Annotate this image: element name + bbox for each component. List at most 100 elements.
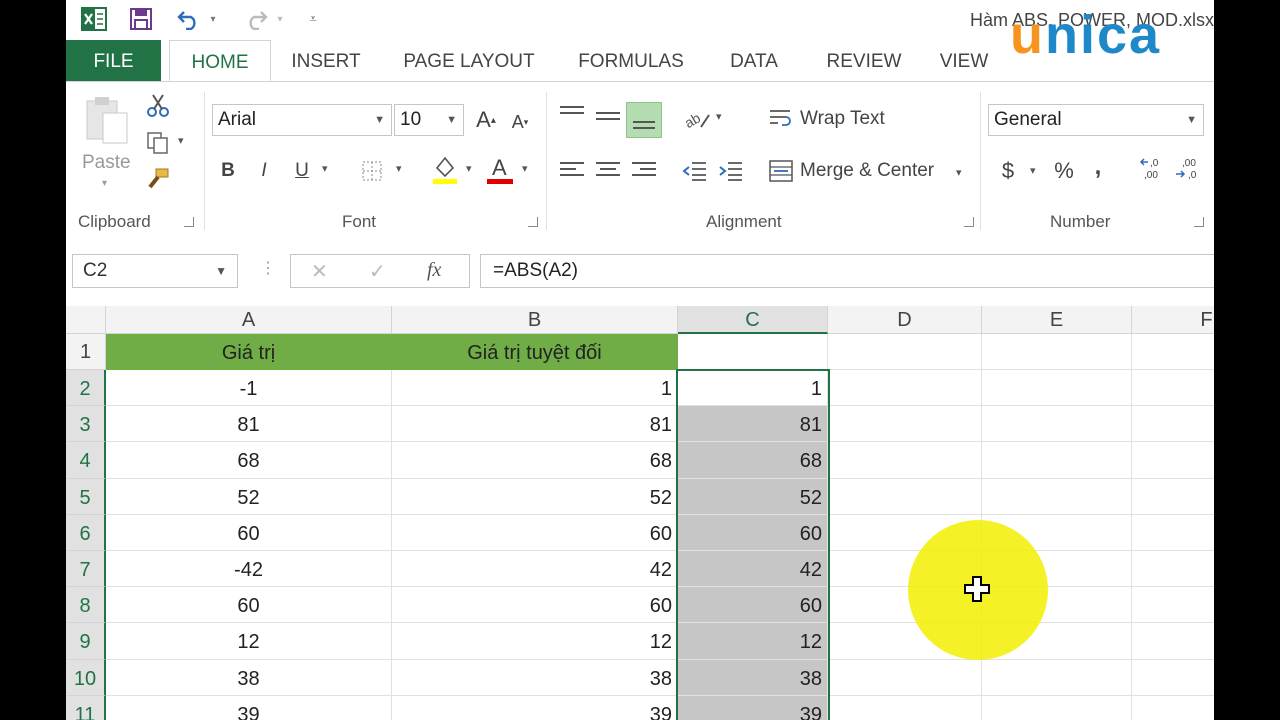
row-header[interactable]: 6 [66, 514, 106, 551]
font-name-combo[interactable]: Arial ▼ [212, 104, 392, 136]
cell-a[interactable]: 12 [106, 623, 392, 660]
font-color-dropdown-icon[interactable]: ▾ [522, 162, 528, 175]
cell-empty[interactable] [1132, 660, 1214, 696]
cut-icon[interactable] [144, 92, 172, 118]
cell-empty[interactable] [1132, 406, 1214, 443]
italic-button[interactable]: I [250, 156, 278, 186]
tab-review[interactable]: REVIEW [814, 40, 914, 82]
cell-b1[interactable]: Giá trị tuyệt đối [392, 334, 678, 370]
orientation-dropdown-icon[interactable]: ▾ [716, 110, 722, 123]
currency-button[interactable]: $ [996, 156, 1020, 186]
copy-icon[interactable] [144, 130, 172, 156]
middle-align-icon[interactable] [596, 112, 620, 124]
worksheet-grid[interactable]: A B C D E F 1 Giá trị Giá trị tuyệt đối … [66, 306, 1214, 720]
cell-c1[interactable] [678, 334, 828, 370]
cell-c[interactable]: 68 [678, 442, 828, 479]
comma-button[interactable]: , [1086, 152, 1110, 182]
clipboard-launcher-icon[interactable] [184, 217, 194, 227]
cell-empty[interactable] [828, 478, 982, 515]
cell-a[interactable]: 52 [106, 478, 392, 515]
cell-empty[interactable] [828, 370, 982, 407]
row-header[interactable]: 1 [66, 334, 106, 370]
paste-dropdown-icon[interactable]: ▾ [102, 178, 107, 189]
tab-page-layout[interactable]: PAGE LAYOUT [394, 40, 544, 82]
cell-empty[interactable] [1132, 696, 1214, 720]
cell-c[interactable]: 12 [678, 623, 828, 660]
cell-c[interactable]: 60 [678, 587, 828, 624]
row-header[interactable]: 7 [66, 551, 106, 588]
borders-icon[interactable] [358, 156, 386, 186]
font-size-combo[interactable]: 10 ▼ [394, 104, 464, 136]
row-header[interactable]: 11 [66, 695, 106, 720]
formula-input[interactable]: =ABS(A2) [480, 254, 1214, 288]
cell-empty[interactable] [828, 695, 982, 720]
cell-a[interactable]: 39 [106, 695, 392, 720]
cell-b[interactable]: 1 [392, 370, 678, 407]
bold-button[interactable]: B [214, 156, 242, 186]
underline-dropdown-icon[interactable]: ▾ [322, 162, 328, 175]
cell-empty[interactable] [982, 334, 1132, 370]
cell-empty[interactable] [982, 442, 1132, 479]
cell-a[interactable]: 38 [106, 659, 392, 696]
cell-empty[interactable] [1132, 334, 1214, 370]
cancel-icon[interactable]: ✕ [311, 259, 328, 284]
fill-color-icon[interactable] [430, 152, 460, 186]
cell-b[interactable]: 38 [392, 659, 678, 696]
cell-empty[interactable] [1132, 551, 1214, 588]
decrease-decimal-icon[interactable]: ,00,0 [1172, 154, 1206, 184]
number-format-combo[interactable]: General ▼ [988, 104, 1204, 136]
merge-center-icon[interactable] [766, 156, 796, 186]
increase-indent-icon[interactable] [716, 158, 746, 184]
cell-a[interactable]: 81 [106, 406, 392, 443]
cell-a[interactable]: 68 [106, 442, 392, 479]
underline-button[interactable]: U [288, 156, 316, 186]
bottom-align-button[interactable] [626, 102, 662, 138]
cell-empty[interactable] [1132, 370, 1214, 407]
save-icon[interactable] [126, 6, 156, 32]
tab-file[interactable]: FILE [66, 40, 161, 82]
cell-empty[interactable] [1132, 479, 1214, 515]
cell-empty[interactable] [1132, 587, 1214, 624]
cell-empty[interactable] [982, 695, 1132, 720]
tab-insert[interactable]: INSERT [280, 40, 372, 82]
orientation-icon[interactable]: ab [680, 104, 714, 134]
tab-formulas[interactable]: FORMULAS [566, 40, 696, 82]
format-painter-icon[interactable] [144, 166, 172, 192]
cell-b[interactable]: 81 [392, 406, 678, 443]
grow-font-icon[interactable]: A ▴ [472, 104, 500, 136]
merge-dropdown-icon[interactable]: ▾ [956, 166, 962, 179]
fill-color-dropdown-icon[interactable]: ▾ [466, 162, 472, 175]
tab-data[interactable]: DATA [714, 40, 794, 82]
cell-b[interactable]: 68 [392, 442, 678, 479]
top-align-icon[interactable] [560, 106, 584, 118]
cell-empty[interactable] [1132, 515, 1214, 551]
cell-b[interactable]: 42 [392, 551, 678, 588]
cell-empty[interactable] [982, 478, 1132, 515]
cell-c[interactable]: 38 [678, 659, 828, 696]
cell-a[interactable]: -42 [106, 551, 392, 588]
cell-b[interactable]: 39 [392, 695, 678, 720]
align-right-icon[interactable] [632, 162, 656, 180]
row-header[interactable]: 3 [66, 406, 106, 443]
insert-function-icon[interactable]: fx [427, 259, 441, 282]
merge-center-button[interactable]: Merge & Center [800, 160, 934, 182]
cell-empty[interactable] [828, 334, 982, 370]
column-header-b[interactable]: B [392, 306, 678, 334]
cell-a[interactable]: 60 [106, 514, 392, 551]
tab-view[interactable]: VIEW [928, 40, 1000, 82]
cell-c[interactable]: 1 [678, 370, 828, 407]
cell-a[interactable]: 60 [106, 587, 392, 624]
cell-empty[interactable] [982, 370, 1132, 407]
cell-empty[interactable] [1132, 623, 1214, 660]
name-box[interactable]: C2 ▼ [72, 254, 238, 288]
row-header[interactable]: 10 [66, 659, 106, 696]
enter-icon[interactable]: ✓ [369, 259, 386, 284]
currency-dropdown-icon[interactable]: ▾ [1030, 164, 1036, 177]
undo-icon[interactable] [174, 6, 204, 32]
wrap-text-button[interactable]: Wrap Text [800, 108, 885, 130]
cell-b[interactable]: 60 [392, 514, 678, 551]
borders-dropdown-icon[interactable]: ▾ [396, 162, 402, 175]
alignment-launcher-icon[interactable] [964, 217, 974, 227]
row-header[interactable]: 4 [66, 442, 106, 479]
row-header[interactable]: 2 [66, 370, 106, 407]
